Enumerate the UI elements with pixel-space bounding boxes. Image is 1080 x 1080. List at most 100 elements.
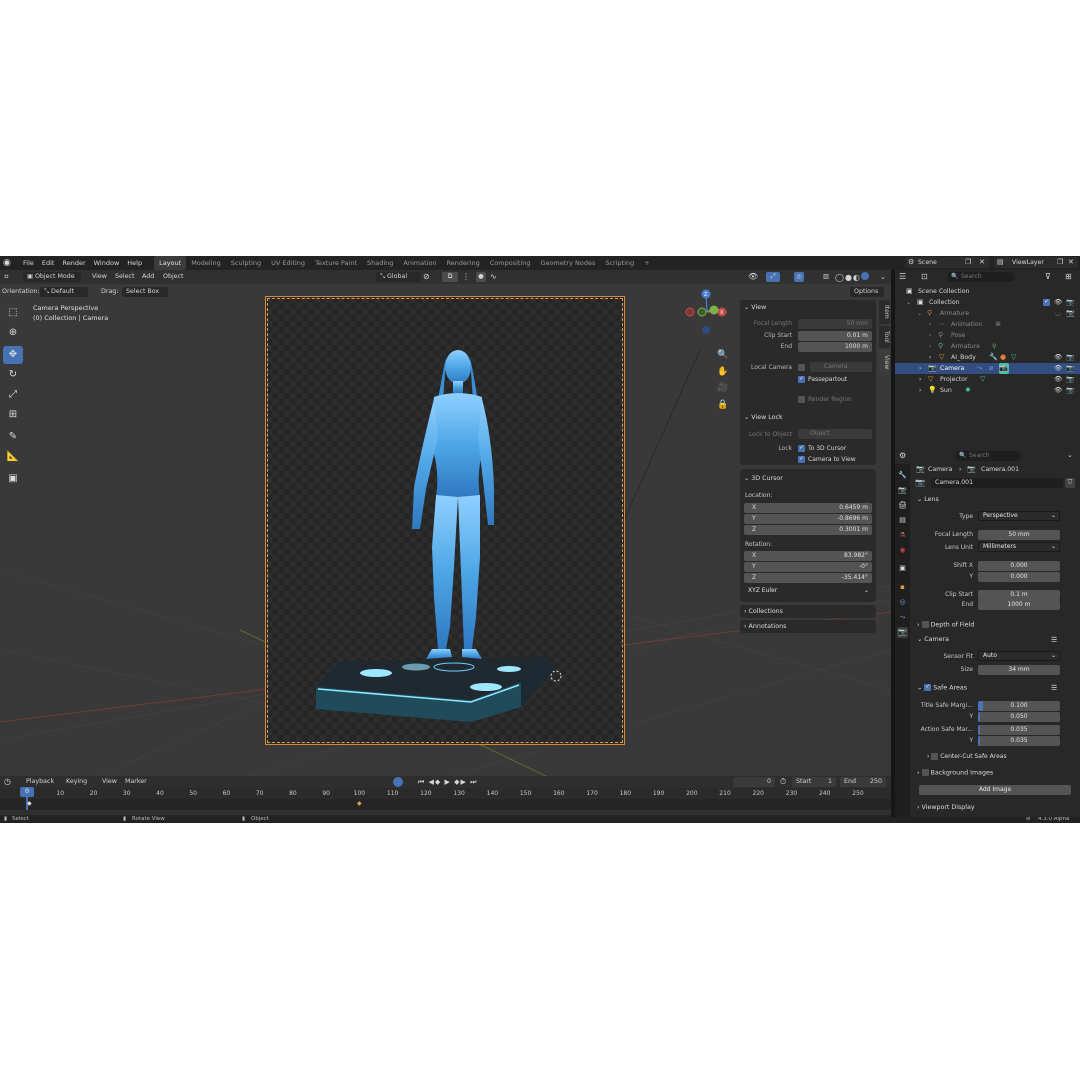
- collapse-icon[interactable]: ◡: [1055, 308, 1061, 319]
- render-camera-icon[interactable]: 📷: [1066, 352, 1074, 363]
- action-safe-y-field[interactable]: 0.035: [978, 736, 1060, 746]
- tab-compositing[interactable]: Compositing: [485, 256, 536, 270]
- menu-file[interactable]: File: [19, 256, 38, 270]
- depth-of-field-header[interactable]: › Depth of Field: [917, 621, 974, 629]
- constraints-tab-icon[interactable]: ⤳: [897, 612, 908, 623]
- world-tab-icon[interactable]: ◉: [897, 545, 908, 556]
- render-camera-icon[interactable]: 📷: [1066, 363, 1074, 374]
- filter-icon[interactable]: ⊽: [1045, 272, 1051, 281]
- object-tab-icon[interactable]: ▪: [897, 582, 908, 593]
- presets-list-icon[interactable]: ☰: [1051, 636, 1057, 644]
- eye-icon[interactable]: 👁: [1054, 385, 1062, 396]
- blender-logo-icon[interactable]: ◉: [3, 258, 13, 268]
- properties-search-input[interactable]: 🔍 Search: [955, 451, 1021, 461]
- editor-type-icon[interactable]: ⌗: [4, 272, 9, 282]
- shading-dropdown-icon[interactable]: ⌄: [880, 272, 886, 282]
- clip-end-field[interactable]: 1000 m: [798, 342, 872, 352]
- add-image-button[interactable]: Add Image: [919, 785, 1071, 795]
- render-region-checkbox[interactable]: [798, 396, 805, 403]
- frame-ruler[interactable]: 0 10 20 30 40 50 60 70 80 90 100 110 120 130 140 150 160…: [0, 788, 891, 799]
- move-tool-icon[interactable]: ✥: [3, 346, 23, 364]
- render-camera-icon[interactable]: 📷: [1066, 308, 1075, 319]
- visibility-icon[interactable]: 👁: [748, 272, 758, 282]
- camera-panel-header[interactable]: ⌄ Camera: [917, 636, 949, 643]
- options-dropdown[interactable]: Options: [850, 287, 884, 297]
- lens-type-dropdown[interactable]: Perspective ⌄: [978, 511, 1060, 521]
- timeline-scrollbar[interactable]: [0, 810, 891, 815]
- tab-shading[interactable]: Shading: [362, 256, 398, 270]
- render-tab-icon[interactable]: 📷: [897, 485, 908, 496]
- outliner-row-armature-data[interactable]: › ⚲ Armature ⚲: [895, 341, 1080, 352]
- tool-tab-icon[interactable]: 🔧: [897, 470, 908, 481]
- outliner-editor-icon[interactable]: ☰: [899, 272, 906, 281]
- safe-areas-checkbox[interactable]: ✓: [924, 684, 932, 691]
- background-images-checkbox[interactable]: [921, 769, 929, 776]
- dof-checkbox[interactable]: [921, 621, 929, 628]
- view-layer-tab-icon[interactable]: ▤: [897, 515, 908, 526]
- auto-keying-icon[interactable]: [393, 777, 403, 787]
- outliner-row-pose[interactable]: › ⚲ Pose: [895, 330, 1080, 341]
- title-safe-y-field[interactable]: 0.050: [978, 712, 1060, 722]
- local-camera-field[interactable]: Camera: [810, 362, 872, 372]
- navigation-gizmo[interactable]: [680, 558, 730, 608]
- tab-scripting[interactable]: Scripting: [600, 256, 639, 270]
- presets-list-icon[interactable]: ☰: [1051, 684, 1057, 692]
- datablock-name-field[interactable]: Camera.001: [931, 478, 1063, 488]
- menu-help[interactable]: Help: [123, 256, 146, 270]
- menu-edit[interactable]: Edit: [38, 256, 59, 270]
- action-safe-x-field[interactable]: 0.035: [978, 725, 1060, 735]
- rotate-tool-icon[interactable]: ↻: [3, 366, 23, 384]
- falloff-icon[interactable]: ∿: [490, 272, 497, 282]
- camera-view-icon[interactable]: 🎥: [717, 383, 728, 393]
- tab-uv-editing[interactable]: UV Editing: [266, 256, 310, 270]
- gizmo-toggle-icon[interactable]: ⤢: [766, 272, 780, 282]
- timeline-editor-icon[interactable]: ◷: [4, 777, 11, 787]
- outliner-row-ai-body[interactable]: › ▽ AI_Body 🔧 ● ▽ 👁 📷: [895, 352, 1080, 363]
- annotate-tool-icon[interactable]: ✎: [3, 428, 23, 446]
- lock-camera-icon[interactable]: 🔒: [717, 400, 728, 410]
- scene-selector[interactable]: ⚙ Scene ❐ ✕: [905, 257, 989, 268]
- tab-sculpting[interactable]: Sculpting: [226, 256, 266, 270]
- xray-icon[interactable]: ▥: [820, 272, 832, 282]
- copy-view-layer-icon[interactable]: ❐: [1057, 257, 1063, 268]
- copy-scene-icon[interactable]: ❐: [965, 257, 971, 268]
- playhead[interactable]: 0: [20, 787, 34, 797]
- center-cut-header[interactable]: › Center-Cut Safe Areas: [927, 753, 1007, 760]
- sensor-size-field[interactable]: 34 mm: [978, 665, 1060, 675]
- collections-section[interactable]: › Collections: [740, 605, 876, 618]
- datablock-type-icon[interactable]: 📷: [915, 478, 925, 487]
- add-workspace-button[interactable]: +: [639, 256, 654, 270]
- tab-geometry-nodes[interactable]: Geometry Nodes: [536, 256, 601, 270]
- transform-orientation-dropdown[interactable]: ⤡ Global: [376, 272, 420, 282]
- orientation-dropdown[interactable]: ⤡ Default: [40, 287, 88, 297]
- eye-icon[interactable]: 👁: [1054, 374, 1062, 385]
- camera-to-view-checkbox[interactable]: ✓: [798, 456, 805, 463]
- menu-render[interactable]: Render: [58, 256, 89, 270]
- select-box-tool-icon[interactable]: ⬚: [3, 304, 23, 322]
- scale-tool-icon[interactable]: ⤢: [3, 386, 23, 404]
- mode-dropdown[interactable]: ▣ Object Mode: [23, 272, 81, 282]
- snap-target-icon[interactable]: ⋮: [462, 272, 470, 282]
- output-tab-icon[interactable]: 🖨: [897, 500, 908, 511]
- outliner-row-armature[interactable]: ⌄ ⚲ Armature ◡ 📷: [895, 308, 1080, 319]
- physics-tab-icon[interactable]: ◎: [897, 597, 908, 608]
- eye-icon[interactable]: 👁: [1054, 352, 1062, 363]
- cursor-rotation-z[interactable]: -35.414°: [744, 573, 872, 583]
- display-mode-icon[interactable]: ⊡: [921, 272, 928, 281]
- playback-controls-icon[interactable]: ⏮ ◀◆ ▶ ◆▶ ⏭: [418, 777, 477, 787]
- chevron-down-icon[interactable]: ⌄: [1067, 451, 1073, 459]
- clip-start-field[interactable]: 0.1 m: [978, 590, 1060, 600]
- clock-icon[interactable]: ⏱: [780, 777, 786, 787]
- end-frame-field[interactable]: End 250: [840, 777, 886, 787]
- add-cube-tool-icon[interactable]: ▣: [3, 470, 23, 488]
- tab-texture-paint[interactable]: Texture Paint: [310, 256, 362, 270]
- outliner-search-input[interactable]: 🔍 Search: [947, 272, 1015, 282]
- shift-x-field[interactable]: 0.000: [978, 561, 1060, 571]
- view-lock-header[interactable]: ⌄ View Lock: [744, 414, 783, 421]
- current-frame-field[interactable]: 0: [733, 777, 775, 787]
- shading-modes-icon[interactable]: ◯●◐: [835, 272, 869, 283]
- outliner-row-scene-collection[interactable]: ▣ Scene Collection: [895, 286, 1080, 297]
- rotation-mode-dropdown[interactable]: XYZ Euler ⌄: [744, 586, 872, 596]
- collection-exclude-checkbox[interactable]: ✓: [1043, 299, 1050, 306]
- view-section-header[interactable]: ⌄ View: [744, 304, 766, 311]
